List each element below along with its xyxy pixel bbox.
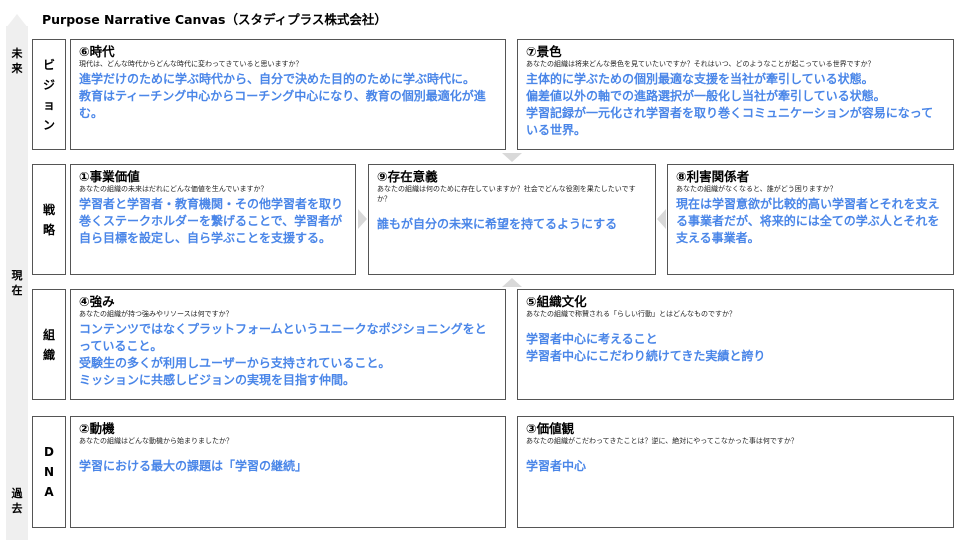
cell-answer: 進学だけのために学ぶ時代から、自分で決めた目的のために学ぶ時代に。 教育はティー… xyxy=(79,72,486,120)
cell-title: ③価値観 xyxy=(526,421,575,436)
arrow-down-icon xyxy=(502,153,522,162)
cell-stakeholders: ⑧利害関係者 あなたの組織がなくなると、誰がどう困りますか？ 現在は学習意欲が比… xyxy=(667,164,954,275)
cell-business-value: ①事業価値 あなたの組織の未来はだれにどんな価値を生んでいますか？ 学習者と学習… xyxy=(70,164,356,275)
cell-title: ②動機 xyxy=(79,421,115,436)
cell-answer: 誰もが自分の未来に希望を持てるようにする xyxy=(377,217,618,231)
cell-question: あなたの組織で称賛される「らしい行動」とはどんなものですか？ xyxy=(526,310,736,318)
cell-answer: 学習者中心に考えること 学習者中心にこだわり続けてきた実績と誇り xyxy=(526,332,766,363)
time-label-present: 現 在 xyxy=(11,269,23,297)
cell-answer: 学習における最大の課題は「学習の継続」 xyxy=(79,459,308,473)
time-label-past: 過 去 xyxy=(11,487,23,515)
cell-title: ⑦景色 xyxy=(526,44,562,59)
cell-title: ④強み xyxy=(79,294,115,309)
cell-scenery: ⑦景色 あなたの組織は将来どんな景色を見ていたいですか？それはいつ、どのようなこ… xyxy=(517,39,954,150)
cell-title: ①事業価値 xyxy=(79,169,140,184)
row-label-organization: 組 織 xyxy=(32,289,66,400)
cell-title: ⑤組織文化 xyxy=(526,294,587,309)
row-label-dna: D N A xyxy=(32,416,66,528)
cell-answer: 学習者と学習者・教育機関・その他学習者を取り巻くステークホルダーを繋げることで、… xyxy=(79,197,344,245)
cell-values: ③価値観 あなたの組織がこだわってきたことは？逆に、絶対にやってこなかった事は何… xyxy=(517,416,954,528)
page-title: Purpose Narrative Canvas（スタディプラス株式会社） xyxy=(42,12,387,27)
cell-question: あなたの組織が持つ強みやリソースは何ですか？ xyxy=(79,310,233,318)
cell-culture: ⑤組織文化 あなたの組織で称賛される「らしい行動」とはどんなものですか？ 学習者… xyxy=(517,289,954,400)
row-label-strategy: 戦 略 xyxy=(32,164,66,275)
cell-question: 現代は、どんな時代からどんな時代に変わってきていると思いますか？ xyxy=(79,60,303,68)
cell-answer: 学習者中心 xyxy=(526,459,587,473)
arrow-left-icon xyxy=(657,209,666,229)
cell-motive: ②動機 あなたの組織はどんな動機から始まりましたか？ 学習における最大の課題は「… xyxy=(70,416,506,528)
cell-question: あなたの組織は将来どんな景色を見ていたいですか？それはいつ、どのようなことが起こ… xyxy=(526,60,875,68)
time-label-future: 未 来 xyxy=(11,47,23,75)
cell-question: あなたの組織は何のために存在していますか？社会でどんな役割を果たしたいですか？ xyxy=(377,185,636,203)
cell-title: ⑧利害関係者 xyxy=(676,169,750,184)
cell-strengths: ④強み あなたの組織が持つ強みやリソースは何ですか？ コンテンツではなくプラット… xyxy=(70,289,506,400)
cell-answer: コンテンツではなくプラットフォームというユニークなポジショニングをとっていること… xyxy=(79,322,487,387)
cell-answer: 主体的に学ぶための個別最適な支援を当社が牽引している状態。 偏差値以外の軸での進… xyxy=(526,72,934,137)
cell-question: あなたの組織がなくなると、誰がどう困りますか？ xyxy=(676,185,837,193)
row-label-vision: ビ ジ ョ ン xyxy=(32,39,66,150)
cell-answer: 現在は学習意欲が比較的高い学習者とそれを支える事業者だが、将来的には全ての学ぶ人… xyxy=(676,197,940,245)
cell-purpose: ⑨存在意義 あなたの組織は何のために存在していますか？社会でどんな役割を果たした… xyxy=(368,164,656,275)
cell-era: ⑥時代 現代は、どんな時代からどんな時代に変わってきていると思いますか？ 進学だ… xyxy=(70,39,506,150)
cell-title: ⑨存在意義 xyxy=(377,169,438,184)
arrow-up-icon xyxy=(502,278,522,287)
cell-question: あなたの組織はどんな動機から始まりましたか？ xyxy=(79,437,233,445)
cell-question: あなたの組織がこだわってきたことは？逆に、絶対にやってこなかった事は何ですか？ xyxy=(526,437,798,445)
arrow-right-icon xyxy=(358,209,367,229)
cell-question: あなたの組織の未来はだれにどんな価値を生んでいますか？ xyxy=(79,185,268,193)
cell-title: ⑥時代 xyxy=(79,44,115,59)
